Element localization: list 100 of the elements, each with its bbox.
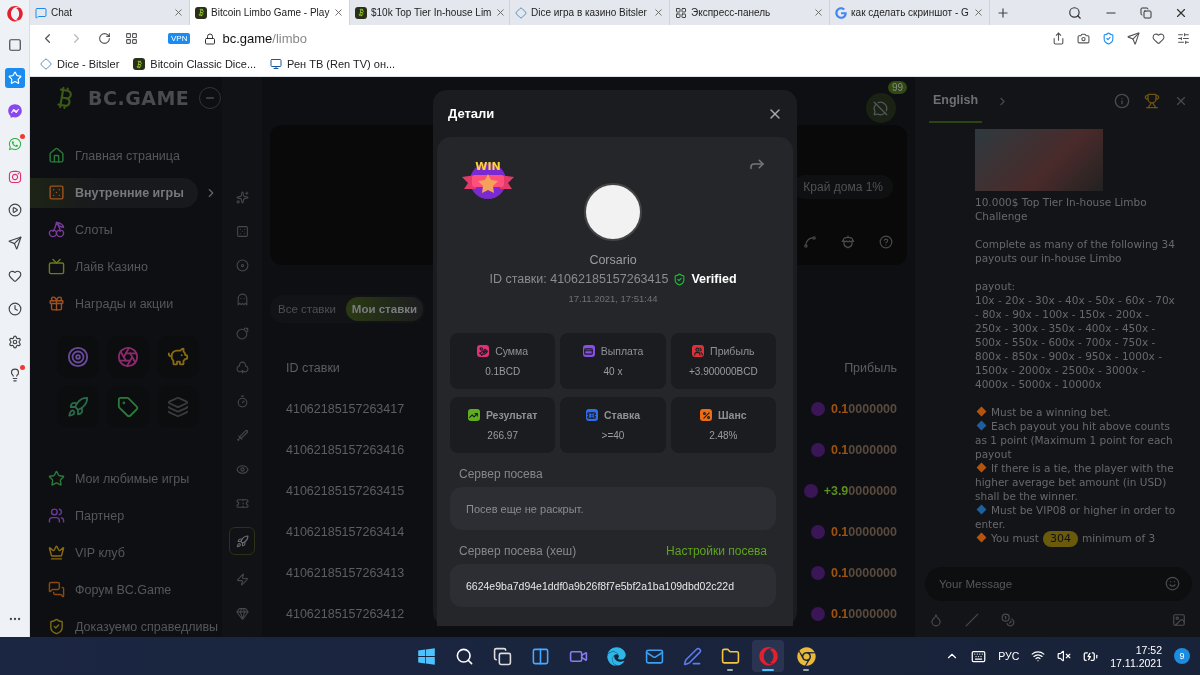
site-logo[interactable]: BC.GAME [88, 87, 190, 109]
game-button[interactable] [229, 527, 255, 555]
table-cell: 41062185157263417 [286, 401, 405, 416]
gift-icon [48, 295, 65, 312]
pen-app-icon [682, 646, 702, 666]
shield-icon [48, 618, 65, 635]
help-icon[interactable] [879, 235, 893, 249]
profit-cell: 0.10000000 [830, 606, 897, 621]
clock-display[interactable]: 17:52 17.11.2021 [1110, 643, 1162, 669]
nav-item[interactable]: Форум BC.Game [30, 574, 187, 605]
message-text: Complete as many of the following 34 payouts our in-house Limbo [975, 237, 1176, 265]
profit-cell: +3.90000000 [823, 483, 897, 498]
nav-item[interactable]: Партнер [30, 500, 187, 531]
wifi-icon[interactable] [1031, 649, 1046, 663]
widgets-icon [530, 646, 550, 666]
message-title: 10.000$ Top Tier In-house Limbo Challenge [975, 195, 1148, 223]
nav-item[interactable]: Слоты [30, 214, 187, 245]
notification-badge[interactable]: 9 [1174, 648, 1190, 664]
player-name: Corsario [588, 253, 638, 267]
bets-tab[interactable]: Все ставки [272, 297, 342, 321]
message-input[interactable]: Your Message [925, 567, 1192, 601]
bc-logo-icon [133, 58, 146, 70]
coin-icon [803, 483, 818, 498]
stat-label: Шанс [718, 409, 747, 421]
star-button[interactable] [4, 68, 25, 88]
nav-item[interactable]: Награды и акции [30, 288, 188, 319]
tag-icon [117, 396, 139, 418]
stat-label: Ставка [603, 409, 641, 421]
tab-title: Bitcoin Limbo Game - Play [211, 7, 330, 18]
browser-tab[interactable]: Bitcoin Limbo Game - Play [190, 0, 350, 25]
unread-badge: 99 [887, 81, 907, 94]
nav-item[interactable]: VIP клуб [30, 537, 187, 568]
chat-off-icon [873, 100, 889, 116]
disc-icon [235, 258, 249, 272]
nav-item[interactable]: Мои любимые игры [30, 463, 204, 494]
search-icon [454, 646, 474, 666]
slash-icon[interactable] [965, 613, 979, 627]
drop-icon[interactable] [929, 613, 943, 627]
message-text: 10x - 20x - 30x - 40x - 50x - 60x - 70x - 80x - 90x - 100x - 150x - 200x - 250x - 300x - 350x - 400x - 450x - 500x - 550x - 600x - 700x - 750x - 800x - 850x - 900x - 950x - 1000x - 1500x - 2000x - 2500x - 3000x - 4000x - 5000x - 10000x [975, 293, 1176, 391]
profit-cell: 0.10000000 [830, 442, 897, 457]
keyboard-icon[interactable] [971, 648, 987, 664]
stat-value: +3.900000BCD [689, 366, 758, 377]
bookmark-link[interactable]: Bitcoin Classic Dice... [150, 58, 257, 70]
close-icon[interactable] [333, 7, 345, 18]
address-field[interactable]: bc.game/limbo [222, 31, 307, 46]
trophy-icon[interactable] [1144, 93, 1160, 109]
table-cell: 41062185157263412 [286, 606, 405, 621]
language-indicator[interactable]: РУС [998, 650, 1020, 662]
coin-icon[interactable] [1001, 613, 1015, 627]
vpn-badge[interactable]: VPN [168, 33, 191, 44]
tab-title: $10k Top Tier In-house Lim [371, 7, 492, 18]
acorn-icon[interactable] [841, 235, 855, 249]
grid-icon[interactable] [125, 32, 138, 45]
curve-icon[interactable] [803, 235, 817, 249]
coin-icon [810, 524, 825, 539]
nav-item[interactable]: Доказуемо справедливы [30, 611, 222, 637]
start-icon [416, 646, 436, 666]
shield-check-icon [673, 272, 687, 286]
nav-item[interactable]: Внутренние игры [30, 177, 198, 208]
bets-tab[interactable]: Мои ставки [345, 297, 424, 321]
coin-icon [810, 442, 825, 457]
info-icon[interactable] [1114, 93, 1130, 109]
opera-logo-icon[interactable] [6, 6, 23, 22]
table-cell: 41062185157263414 [286, 524, 405, 539]
language-tab[interactable]: English [929, 79, 983, 123]
field-label: Сервер посева (хеш) [459, 544, 577, 558]
new-tab-icon[interactable] [996, 5, 1010, 20]
column-header: ID ставки [286, 360, 340, 375]
whatsapp-icon [7, 137, 22, 151]
chrome-icon [796, 646, 816, 666]
camera-icon[interactable] [1077, 32, 1090, 45]
send-icon[interactable] [1127, 32, 1140, 45]
sliders-icon[interactable] [1177, 32, 1190, 45]
emoji-icon[interactable] [1165, 576, 1180, 591]
message-text: payout: [975, 279, 1017, 293]
bookmark-link[interactable]: Рен ТВ (Ren TV) он... [287, 58, 396, 70]
shield-icon[interactable] [1102, 32, 1115, 45]
opera-button[interactable] [752, 640, 784, 672]
share-icon[interactable] [1052, 32, 1065, 45]
mute-icon[interactable] [1057, 649, 1072, 663]
bookmark-link[interactable]: Dice - Bitsler [57, 58, 120, 70]
nav-item[interactable]: Лайв Казино [30, 251, 187, 282]
nav-item[interactable]: Главная страница [30, 140, 194, 171]
cherry-icon [48, 221, 65, 238]
gem-icon [235, 606, 249, 620]
reload-icon[interactable] [98, 32, 111, 45]
search-icon[interactable] [1068, 5, 1082, 20]
rule-text: Must be a winning bet. [991, 406, 1111, 418]
restore-icon[interactable] [1140, 6, 1152, 19]
profit-cell: 0.10000000 [830, 401, 897, 416]
instagram-icon [7, 170, 22, 184]
opera-icon [758, 646, 778, 666]
chat-toggle-button[interactable] [865, 93, 896, 123]
seed-settings-link[interactable]: Настройки посева [666, 544, 767, 558]
rule-text: Each payout you hit above counts as 1 point (Maximum 1 point for each payout [975, 420, 1173, 460]
new-messages-badge[interactable]: 304 [1042, 531, 1078, 547]
mail-icon [644, 646, 664, 666]
users-icon [48, 507, 65, 524]
heart-icon[interactable] [1152, 32, 1165, 45]
seed-field: Посев еще не раскрыт. [450, 487, 776, 530]
